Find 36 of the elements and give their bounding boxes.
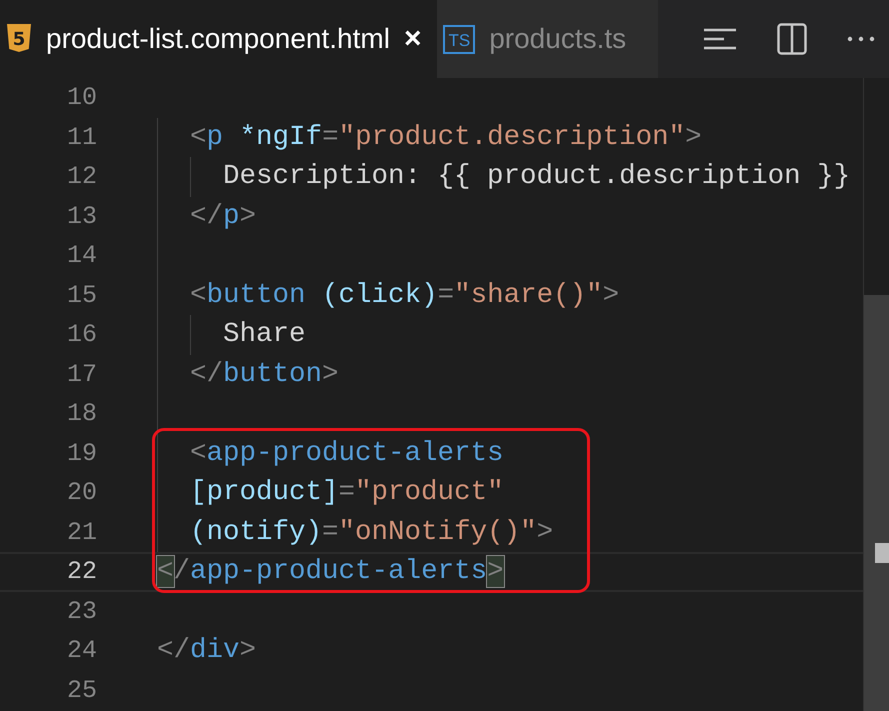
- line-number: 21: [66, 516, 97, 548]
- outline-icon[interactable]: [703, 27, 737, 51]
- code-line: Description: {{ product.description }}: [222, 163, 850, 190]
- line-number: 17: [66, 358, 97, 390]
- more-icon[interactable]: [847, 36, 875, 42]
- code-line: Share: [222, 321, 306, 348]
- cursor-marker: [875, 543, 889, 563]
- typescript-icon: TS: [443, 24, 476, 54]
- line-number: 19: [66, 438, 97, 470]
- code-line: [product]="product": [189, 479, 504, 506]
- line-number: 15: [66, 280, 97, 312]
- close-icon[interactable]: ×: [404, 24, 422, 54]
- code-line: (notify)="onNotify()">: [189, 518, 554, 546]
- line-number: 20: [66, 477, 97, 509]
- code-line: <app-product-alerts: [189, 440, 504, 467]
- code-line: </div>: [157, 637, 256, 664]
- line-number: 24: [66, 635, 97, 667]
- code-line: </app-product-alerts>: [157, 558, 504, 586]
- line-number: 13: [66, 200, 97, 232]
- editor-tab[interactable]: TS products.ts: [437, 0, 658, 78]
- line-number: 11: [66, 122, 97, 154]
- line-number: 14: [66, 240, 97, 272]
- line-number: 10: [66, 82, 97, 114]
- line-number: 23: [66, 596, 97, 628]
- editor-tab[interactable]: 5 product-list.component.html ×: [0, 0, 438, 78]
- split-editor-icon[interactable]: [777, 23, 807, 55]
- line-number: 22: [66, 556, 97, 588]
- code-line: </button>: [189, 360, 339, 388]
- code-line: <p *ngIf="product.description">: [189, 124, 702, 151]
- line-number: 16: [66, 319, 97, 351]
- line-number: 25: [66, 674, 97, 706]
- line-number: 12: [66, 161, 97, 193]
- code-line: <button (click)="share()">: [189, 282, 620, 309]
- line-number: 18: [66, 398, 97, 430]
- html5-icon: 5: [6, 24, 32, 54]
- code-line: </p>: [189, 202, 256, 230]
